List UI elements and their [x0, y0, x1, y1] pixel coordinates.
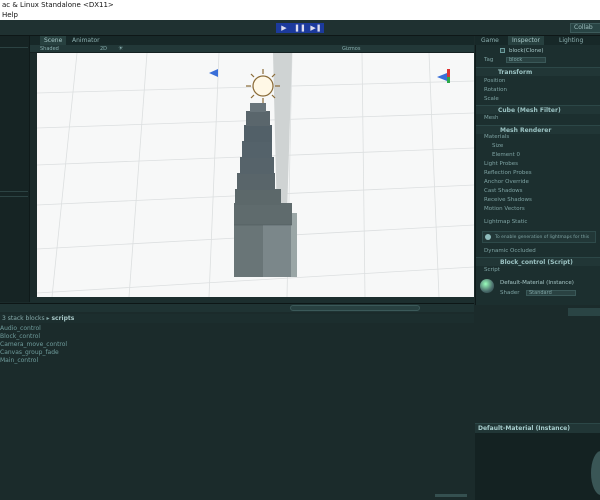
script-label: Script	[484, 267, 500, 273]
collab-button[interactable]: Collab	[570, 23, 600, 33]
hierarchy-divider	[0, 191, 28, 192]
position-label: Position	[484, 78, 506, 84]
breadcrumb-current[interactable]: scripts	[51, 315, 74, 322]
script-title: Block_control (Script)	[500, 259, 573, 266]
file-item[interactable]: Main_control	[0, 357, 38, 364]
mesh-renderer-title: Mesh Renderer	[500, 127, 552, 134]
element-label: Element 0	[492, 152, 521, 158]
mesh-filter-title: Cube (Mesh Filter)	[498, 107, 561, 114]
lightmap-static-label: Lightmap Static	[484, 219, 528, 225]
inspector-tab-bar: Game Inspector Lighting	[475, 36, 600, 45]
tab-game[interactable]: Game	[477, 36, 503, 45]
scene-tab-bar: Scene Animator	[30, 36, 474, 45]
icon-size-slider[interactable]	[435, 494, 467, 497]
play-controls: ▶ ❚❚ ▶❚	[276, 23, 324, 33]
scene-viewport[interactable]	[37, 53, 474, 297]
object-name: block(Clone)	[509, 48, 544, 54]
file-item[interactable]: Audio_control	[0, 325, 41, 332]
shader-label: Shader	[500, 290, 520, 296]
play-button[interactable]: ▶	[277, 24, 291, 32]
breadcrumb-parent[interactable]: 3 stack blocks	[2, 315, 45, 322]
receive-shadows-label: Receive Shadows	[484, 197, 532, 203]
motion-vectors-label: Motion Vectors	[484, 206, 525, 212]
material-preview-header[interactable]: Default-Material (Instance)	[475, 423, 600, 433]
menu-bar: Help	[0, 10, 600, 20]
file-item[interactable]: Block_control	[0, 333, 40, 340]
step-button[interactable]: ▶❚	[309, 24, 323, 32]
project-file-list: Audio_control Block_control Camera_move_…	[0, 323, 474, 500]
tab-lighting[interactable]: Lighting	[555, 36, 587, 45]
preview-sphere	[591, 451, 600, 495]
hierarchy-divider	[0, 196, 28, 197]
window-title: ac & Linux Standalone <DX11>	[0, 0, 600, 10]
script-header[interactable]: Block_control (Script)	[476, 257, 600, 266]
reflection-probes-label: Reflection Probes	[484, 170, 532, 176]
dynamic-occluded-label: Dynamic Occluded	[484, 248, 536, 254]
tab-inspector[interactable]: Inspector	[508, 36, 544, 45]
cast-shadows-label: Cast Shadows	[484, 188, 523, 194]
anchor-override-label: Anchor Override	[484, 179, 529, 185]
orientation-gizmo-icon	[437, 69, 450, 83]
size-label: Size	[492, 143, 504, 149]
menu-help[interactable]: Help	[2, 11, 18, 19]
lightmap-info-box: To enable generation of lightmaps for th…	[482, 231, 596, 243]
scene-toolbar: Shaded 2D ☀ Gizmos	[30, 45, 474, 53]
material-preview[interactable]	[475, 433, 600, 500]
mesh-renderer-header[interactable]: Mesh Renderer	[476, 125, 600, 134]
material-name: Default-Material (Instance)	[500, 280, 574, 286]
inspector-panel: block(Clone) Tag block Transform Positio…	[475, 45, 600, 305]
lighting-toggle-icon[interactable]: ☀	[118, 45, 123, 53]
shader-dropdown[interactable]: Standard	[526, 290, 576, 296]
material-preview-title: Default-Material (Instance)	[478, 425, 570, 432]
file-item[interactable]: Camera_move_control	[0, 341, 67, 348]
project-breadcrumb: 3 stack blocks ▸ scripts	[0, 314, 474, 323]
unity-editor: ac & Linux Standalone <DX11> Help ▶ ❚❚ ▶…	[0, 0, 600, 500]
project-search-input[interactable]	[290, 305, 420, 311]
camera-gizmo-icon	[209, 69, 218, 77]
info-icon	[485, 234, 491, 240]
file-item[interactable]: Canvas_group_fade	[0, 349, 59, 356]
shading-dropdown[interactable]: Shaded	[40, 45, 59, 53]
transform-header[interactable]: Transform	[476, 67, 600, 76]
scale-label: Scale	[484, 96, 499, 102]
tab-scene[interactable]: Scene	[40, 36, 67, 45]
material-sphere-icon	[480, 279, 494, 293]
hierarchy-panel	[0, 36, 30, 302]
rotation-label: Rotation	[484, 87, 508, 93]
tag-label: Tag	[484, 57, 494, 63]
mode-2d-toggle[interactable]: 2D	[100, 45, 107, 53]
hierarchy-divider	[0, 47, 28, 48]
pause-button[interactable]: ❚❚	[293, 24, 307, 32]
mesh-label: Mesh	[484, 115, 499, 121]
tag-dropdown[interactable]: block	[506, 57, 546, 63]
materials-label: Materials	[484, 134, 510, 140]
scene-render	[37, 53, 474, 297]
mesh-filter-header[interactable]: Cube (Mesh Filter)	[476, 105, 600, 114]
light-probes-label: Light Probes	[484, 161, 518, 167]
transform-title: Transform	[498, 69, 533, 76]
gizmos-dropdown[interactable]: Gizmos	[342, 45, 360, 53]
tab-animator[interactable]: Animator	[68, 36, 104, 45]
active-checkbox[interactable]	[500, 48, 505, 53]
add-component-button[interactable]	[568, 308, 600, 316]
